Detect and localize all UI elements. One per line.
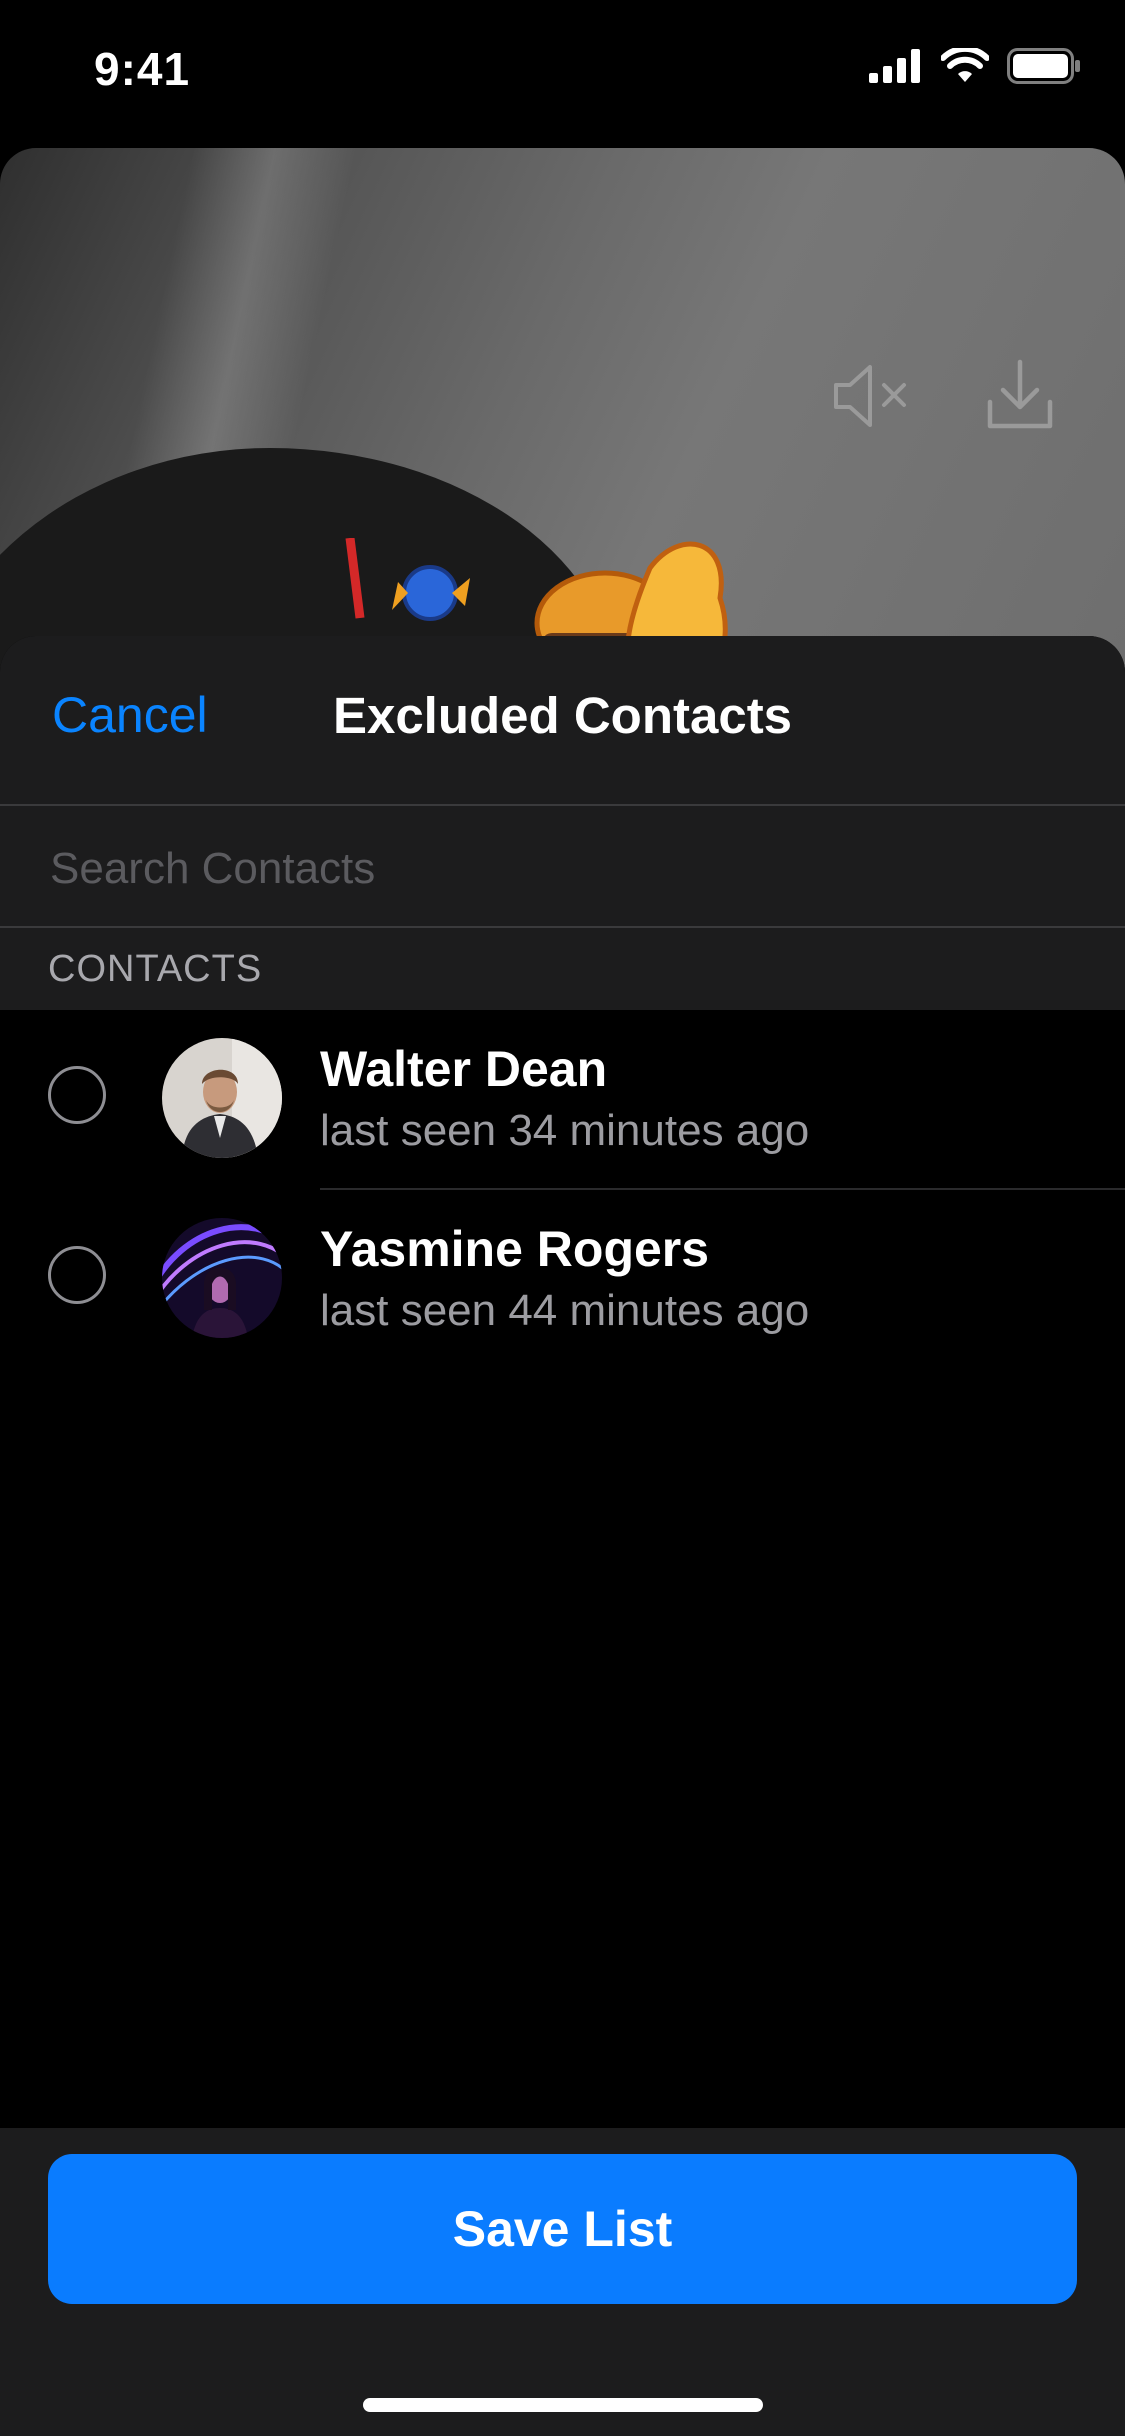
contact-name: Walter Dean bbox=[320, 1041, 608, 1097]
contact-status: last seen 44 minutes ago bbox=[320, 1286, 810, 1335]
contact-row-walter-dean[interactable]: Walter Dean last seen 34 minutes ago bbox=[0, 1010, 1125, 1190]
status-bar: 9:41 bbox=[0, 0, 1125, 140]
story-preview bbox=[0, 148, 1125, 708]
home-indicator bbox=[363, 2398, 763, 2412]
cellular-signal-icon bbox=[869, 49, 920, 83]
search-row bbox=[0, 806, 1125, 930]
status-icons bbox=[869, 48, 1081, 84]
status-time: 9:41 bbox=[94, 43, 191, 95]
search-input[interactable] bbox=[48, 836, 1072, 902]
page-title: Excluded Contacts bbox=[332, 687, 793, 744]
contact-row-yasmine-rogers[interactable]: Yasmine Rogers last seen 44 minutes ago bbox=[0, 1190, 1125, 1370]
contact-name: Yasmine Rogers bbox=[320, 1221, 710, 1277]
speaker-muted-icon[interactable] bbox=[830, 363, 910, 429]
section-header: CONTACTS bbox=[0, 928, 1125, 1010]
battery-icon bbox=[1007, 48, 1080, 84]
bottom-panel: Save List bbox=[0, 2128, 1125, 2436]
section-title: CONTACTS bbox=[48, 948, 263, 990]
select-radio[interactable] bbox=[48, 1246, 106, 1304]
download-icon[interactable] bbox=[985, 358, 1055, 432]
avatar bbox=[162, 1218, 282, 1338]
nav-bar: Cancel Excluded Contacts bbox=[0, 636, 1125, 804]
contact-status: last seen 34 minutes ago bbox=[320, 1106, 810, 1155]
save-list-button[interactable]: Save List bbox=[48, 2154, 1077, 2304]
avatar bbox=[162, 1038, 282, 1158]
wifi-icon bbox=[941, 48, 989, 82]
select-radio[interactable] bbox=[48, 1066, 106, 1124]
